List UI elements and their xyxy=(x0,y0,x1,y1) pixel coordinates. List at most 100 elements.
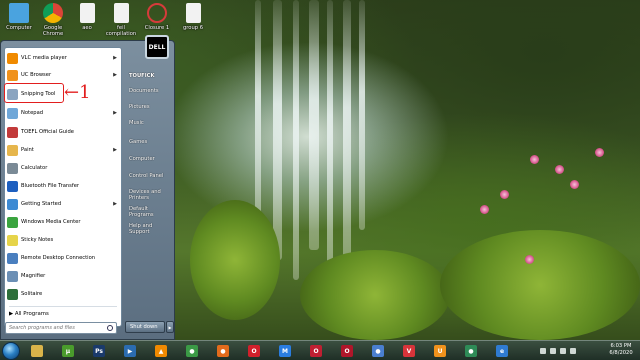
program-uc-browser[interactable]: UC Browser ▶ xyxy=(7,68,119,82)
opera-icon xyxy=(147,3,167,23)
taskbar-item[interactable]: ● xyxy=(367,343,389,359)
search-input[interactable] xyxy=(9,325,103,331)
desktop-icon-chrome[interactable]: Google Chrome xyxy=(36,3,70,37)
sticky-notes-icon xyxy=(7,234,18,246)
volume-icon[interactable] xyxy=(560,348,566,354)
chevron-right-icon: ▶ xyxy=(113,72,117,78)
computer-icon xyxy=(9,3,29,23)
program-toefl[interactable]: TOEFL Official Guide xyxy=(7,125,119,139)
right-item-default-programs[interactable]: Default Programs xyxy=(129,206,174,218)
ie-icon: e xyxy=(496,345,508,357)
desktop-icon-closure[interactable]: Closure 1 xyxy=(140,3,174,31)
taskbar-item[interactable]: µ xyxy=(57,343,79,359)
taskbar-item[interactable]: ● xyxy=(212,343,234,359)
clock[interactable]: 6:03 PM 6/8/2020 xyxy=(604,343,638,357)
search-icon xyxy=(107,325,113,331)
chrome-beta-icon: ● xyxy=(465,345,477,357)
right-item-games[interactable]: Games xyxy=(129,139,147,145)
taskbar-item[interactable]: ▲ xyxy=(150,343,172,359)
user-avatar[interactable]: DELL xyxy=(145,35,169,59)
moss-rock xyxy=(190,200,280,320)
flower xyxy=(500,190,509,199)
program-magnifier[interactable]: Magnifier xyxy=(7,269,119,283)
book-icon xyxy=(7,126,18,138)
program-remote-desktop[interactable]: Remote Desktop Connection xyxy=(7,251,119,265)
solitaire-icon xyxy=(7,288,18,300)
right-item-devices[interactable]: Devices and Printers xyxy=(129,189,174,201)
bluetooth-icon xyxy=(7,180,18,192)
taskbar-item[interactable]: O xyxy=(243,343,265,359)
paint-icon xyxy=(7,144,18,156)
snipping-tool-highlight xyxy=(4,83,64,103)
program-calculator[interactable]: Calculator xyxy=(7,161,119,175)
utorrent-icon: µ xyxy=(62,345,74,357)
right-item-computer[interactable]: Computer xyxy=(129,156,155,162)
divider xyxy=(9,306,117,307)
vivaldi-icon: V xyxy=(403,345,415,357)
document-icon xyxy=(113,3,129,23)
program-bluetooth[interactable]: Bluetooth File Transfer xyxy=(7,179,119,193)
program-media-center[interactable]: Windows Media Center xyxy=(7,215,119,229)
flower xyxy=(595,148,604,157)
network-icon[interactable] xyxy=(550,348,556,354)
program-sticky-notes[interactable]: Sticky Notes xyxy=(7,233,119,247)
taskbar-item[interactable]: e xyxy=(491,343,513,359)
chrome-icon: ● xyxy=(186,345,198,357)
shutdown-button[interactable]: Shut down xyxy=(125,321,165,333)
taskbar-item[interactable]: M xyxy=(274,343,296,359)
opera-icon: O xyxy=(248,345,260,357)
chevron-right-icon: ▶ xyxy=(113,201,117,207)
taskbar-item[interactable]: U xyxy=(429,343,451,359)
opera-red-icon: O xyxy=(341,345,353,357)
chromium-icon: ● xyxy=(372,345,384,357)
remote-desktop-icon xyxy=(7,252,18,264)
start-search-box[interactable] xyxy=(5,322,117,334)
program-getting-started[interactable]: Getting Started ▶ xyxy=(7,197,119,211)
taskbar: µ Ps ▶ ▲ ● ● O M O O ● V U ● e 6:03 PM 6/8/2020 xyxy=(0,340,640,360)
taskbar-item[interactable]: ● xyxy=(181,343,203,359)
desktop-icon-group-6[interactable]: group 6 xyxy=(176,3,210,31)
desktop-icon-feil-compilation[interactable]: feil compilation xyxy=(104,3,138,37)
vlc-icon xyxy=(7,52,18,64)
shutdown-options-button[interactable]: ▶ xyxy=(166,321,174,333)
taskbar-item[interactable]: V xyxy=(398,343,420,359)
chevron-right-icon: ▶ xyxy=(113,55,117,61)
annotation-arrow-label: ←1 xyxy=(64,82,91,103)
vlc-icon: ▲ xyxy=(155,345,167,357)
calculator-icon xyxy=(7,162,18,174)
taskbar-item[interactable]: Ps xyxy=(88,343,110,359)
maxthon-icon: M xyxy=(279,345,291,357)
desktop-icon-aeo[interactable]: aeo xyxy=(70,3,104,31)
opera-gx-icon: O xyxy=(310,345,322,357)
taskbar-item[interactable] xyxy=(26,343,48,359)
program-vlc[interactable]: VLC media player ▶ xyxy=(7,51,119,65)
chevron-right-icon: ▶ xyxy=(113,110,117,116)
taskbar-item[interactable]: O xyxy=(305,343,327,359)
desktop-icon-computer[interactable]: Computer xyxy=(2,3,36,31)
right-item-control-panel[interactable]: Control Panel xyxy=(129,173,163,179)
start-button[interactable] xyxy=(2,342,20,360)
document-icon xyxy=(79,3,95,23)
firefox-icon: ● xyxy=(217,345,229,357)
photoshop-icon: Ps xyxy=(93,345,105,357)
right-item-user[interactable]: TOUFICK xyxy=(129,73,154,79)
right-item-documents[interactable]: Documents xyxy=(129,88,159,94)
uc-browser-icon xyxy=(7,69,18,81)
flower xyxy=(530,155,539,164)
tray-icon[interactable] xyxy=(540,348,546,354)
battery-icon[interactable] xyxy=(570,348,576,354)
right-item-help[interactable]: Help and Support xyxy=(129,223,174,235)
right-item-pictures[interactable]: Pictures xyxy=(129,104,150,110)
flower xyxy=(525,255,534,264)
program-paint[interactable]: Paint ▶ xyxy=(7,143,119,157)
program-notepad[interactable]: Notepad ▶ xyxy=(7,106,119,120)
right-item-music[interactable]: Music xyxy=(129,120,144,126)
taskbar-item[interactable]: O xyxy=(336,343,358,359)
program-solitaire[interactable]: Solitaire xyxy=(7,287,119,301)
all-programs-link[interactable]: ▶ All Programs xyxy=(9,311,49,317)
chevron-right-icon: ▶ xyxy=(113,147,117,153)
taskbar-item[interactable]: ● xyxy=(460,343,482,359)
chrome-icon xyxy=(43,3,63,23)
flower xyxy=(570,180,579,189)
taskbar-item[interactable]: ▶ xyxy=(119,343,141,359)
